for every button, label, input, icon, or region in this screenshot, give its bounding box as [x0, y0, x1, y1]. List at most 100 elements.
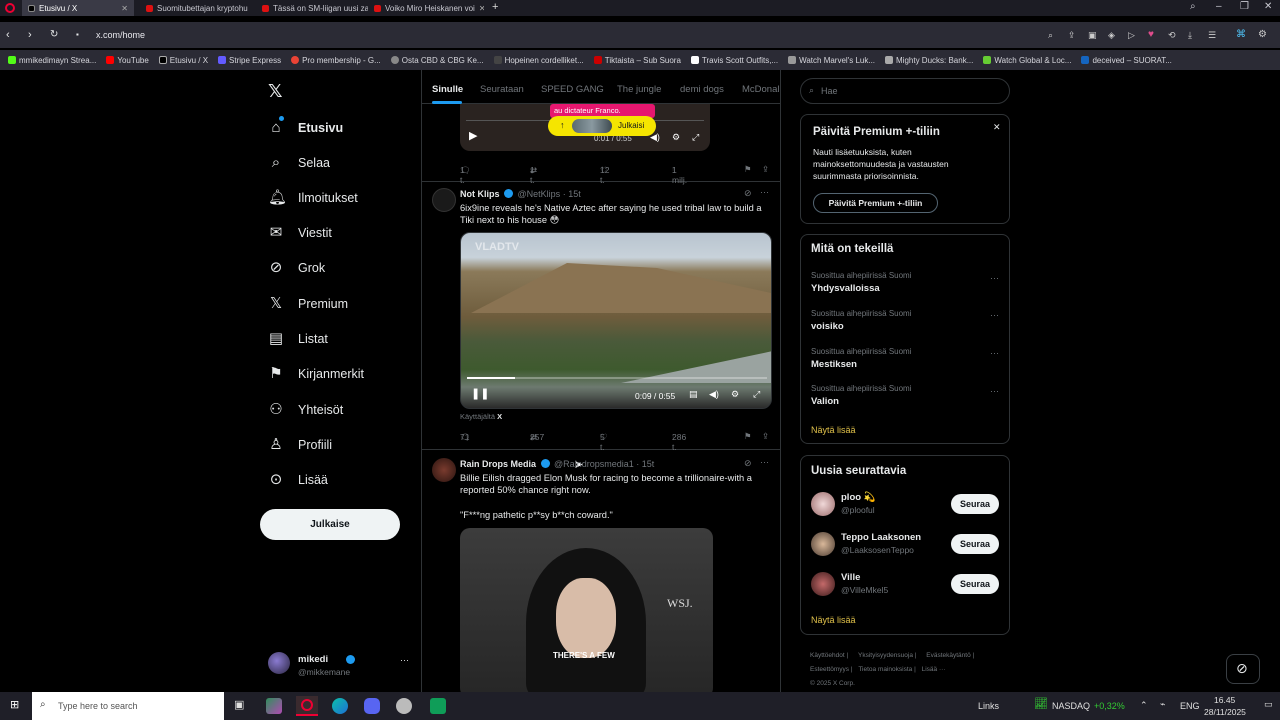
nav-item-lists[interactable]: ▤ Listat [268, 331, 328, 346]
bookmark-item[interactable]: Hopeinen cordelliket... [493, 56, 584, 65]
zoom-icon[interactable]: ⌕ [1048, 30, 1053, 40]
browser-tab[interactable]: Voiko Miro Heiskanen voi ✕ [368, 0, 484, 16]
tab-list[interactable]: McDonal [742, 84, 780, 95]
grok-icon[interactable]: ⊘ [744, 459, 752, 468]
clock-time[interactable]: 16.45 [1214, 695, 1235, 705]
footer-link[interactable]: Yksityisyydensuoja [858, 652, 913, 659]
account-switcher[interactable]: mikedi @mikkemane ··· [268, 650, 418, 680]
bookmark-item[interactable]: Watch Global & Loc... [983, 56, 1071, 65]
trend-item[interactable]: Suosittua aihepiirissä Suomi Mestiksen [811, 347, 912, 370]
nav-item-profile[interactable]: ♙ Profiili [268, 437, 332, 452]
captions-icon[interactable]: ▤ [689, 390, 698, 399]
stock-ticker[interactable]: NASDAQ [1052, 701, 1090, 711]
progress-track[interactable] [467, 377, 767, 379]
nav-item-explore[interactable]: ⌕ Selaa [268, 155, 330, 170]
nav-item-communities[interactable]: ⚇ Yhteisöt [268, 402, 343, 417]
x-logo-icon[interactable]: 𝕏 [268, 82, 283, 100]
bookmark-icon[interactable]: ▷ [1128, 30, 1135, 40]
more-dots-icon[interactable]: ··· [990, 386, 999, 396]
bookmark-item[interactable]: Travis Scott Outfits,... [690, 56, 778, 65]
opera-gx-icon[interactable] [296, 696, 318, 716]
follow-button[interactable]: Seuraa [951, 574, 999, 594]
bookmark-item[interactable]: Pro membership - G... [291, 56, 381, 65]
footer-link[interactable]: Evästekäytäntö [926, 652, 970, 659]
bookmark-icon[interactable]: ⚑ [744, 432, 752, 441]
show-more-link[interactable]: Näytä lisää [811, 425, 856, 435]
bookmark-item[interactable]: Mighty Ducks: Bank... [885, 56, 973, 65]
chevron-up-icon[interactable]: ⌃ [1140, 701, 1148, 710]
notifications-icon[interactable]: ▭ [1264, 700, 1273, 709]
bookmark-item[interactable]: Etusivu / X [158, 56, 208, 65]
heart-icon[interactable]: ♥ [1148, 30, 1154, 40]
bookmark-item[interactable]: Tiktaista – Sub Suora [593, 56, 681, 65]
share-icon[interactable]: ⇪ [1068, 30, 1076, 40]
browser-tab[interactable]: Tässä on SM-liigan uusi za [256, 0, 368, 16]
tweet-age[interactable]: 15t [642, 459, 655, 469]
post-button[interactable]: Julkaise [260, 509, 400, 540]
browser-tab[interactable]: Etusivu / X ✕ [22, 0, 134, 16]
bookmark-item[interactable]: mmikedimayn Strea... [8, 56, 96, 65]
tab-list[interactable]: demi dogs [680, 84, 724, 95]
history-icon[interactable]: ⟲ [1168, 30, 1176, 40]
more-dots-icon[interactable]: ··· [990, 348, 999, 358]
windows-start-icon[interactable]: ⊞ [10, 700, 19, 711]
grok-float-button[interactable]: ⊘ [1226, 654, 1260, 684]
reload-icon[interactable]: ↻ [50, 30, 58, 40]
forward-icon[interactable]: › [28, 29, 32, 41]
nav-item-home[interactable]: ⌂ Etusivu [268, 120, 343, 135]
premium-button[interactable]: Päivitä Premium +-tiliin [813, 193, 938, 213]
nav-item-more[interactable]: ⊙ Lisää [268, 472, 328, 487]
tab-following[interactable]: Seurataan [480, 84, 524, 95]
network-icon[interactable]: ⌁ [1160, 700, 1165, 709]
close-tab-icon[interactable]: ✕ [121, 4, 128, 13]
play-icon[interactable]: ▶ [469, 131, 477, 142]
more-dots-icon[interactable]: ··· [760, 458, 769, 467]
settings-icon[interactable]: ⚙ [1258, 30, 1267, 40]
share-icon[interactable]: ⇪ [762, 165, 769, 174]
more-dots-icon[interactable]: ··· [990, 310, 999, 320]
video-source[interactable]: Käyttäjältä X [460, 412, 502, 421]
download-icon[interactable]: ⤓ [1188, 30, 1192, 40]
search-input[interactable]: ⌕ Hae [800, 78, 1010, 104]
bookmark-icon[interactable]: ⚑ [744, 165, 752, 174]
app-icon[interactable] [266, 698, 282, 714]
close-tab-icon[interactable]: ✕ [479, 4, 484, 13]
fullscreen-icon[interactable]: ⤢ [753, 390, 760, 399]
pause-icon[interactable]: ❚❚ [471, 389, 489, 400]
app-icon[interactable] [430, 698, 446, 714]
edge-icon[interactable] [332, 698, 348, 714]
nav-item-grok[interactable]: ⊘ Grok [268, 260, 325, 275]
taskbar-links[interactable]: Links [978, 701, 999, 711]
footer-link[interactable]: Käyttöehdot [810, 652, 845, 659]
bookmark-item[interactable]: YouTube [106, 56, 149, 65]
shield-icon[interactable]: ◈ [1108, 30, 1115, 40]
tab-list[interactable]: SPEED GANG [541, 84, 604, 95]
video-player[interactable]: VLADTV ❚❚ 0:09 / 0:55 ▤ ◀) ⚙ ⤢ [460, 232, 772, 409]
tab-list[interactable]: The jungle [617, 84, 661, 95]
browser-tab[interactable]: Suomitubettajan kryptohu [140, 0, 256, 16]
nav-item-premium[interactable]: 𝕏 Premium [268, 296, 348, 311]
bookmark-item[interactable]: Stripe Express [218, 56, 281, 65]
gear-icon[interactable]: ⚙ [731, 390, 739, 399]
bookmark-item[interactable]: deceived – SUORAT... [1081, 56, 1172, 65]
footer-link[interactable]: Tietoa mainoksista [858, 666, 912, 673]
screenshot-icon[interactable]: ▣ [1088, 30, 1097, 40]
nav-item-bookmarks[interactable]: ⚑ Kirjanmerkit [268, 366, 364, 381]
trend-item[interactable]: Suosittua aihepiirissä Suomi voisiko [811, 309, 912, 332]
wallet-icon[interactable]: ☰ [1208, 30, 1216, 40]
share-icon[interactable]: ⇪ [762, 432, 769, 441]
follow-button[interactable]: Seuraa [951, 534, 999, 554]
browser-logo-icon[interactable] [5, 3, 15, 13]
video-player[interactable]: WSJ. THERE'S A FEW [460, 528, 713, 692]
avatar[interactable] [432, 188, 456, 212]
gear-icon[interactable]: ⚙ [672, 133, 680, 142]
taskbar-search[interactable]: ⌕ Type here to search [32, 692, 224, 720]
search-tabs-icon[interactable]: ⌕ [1190, 2, 1196, 12]
back-icon[interactable]: ‹ [6, 29, 10, 41]
tab-for-you[interactable]: Sinulle [432, 84, 463, 95]
footer-link[interactable]: Esteettömyys [810, 666, 849, 673]
author-name[interactable]: Not Klips [460, 189, 500, 199]
task-view-icon[interactable]: ▣ [234, 700, 244, 711]
live-badge[interactable]: ↑ Julkaisi [548, 116, 656, 136]
show-more-link[interactable]: Näytä lisää [811, 615, 856, 625]
